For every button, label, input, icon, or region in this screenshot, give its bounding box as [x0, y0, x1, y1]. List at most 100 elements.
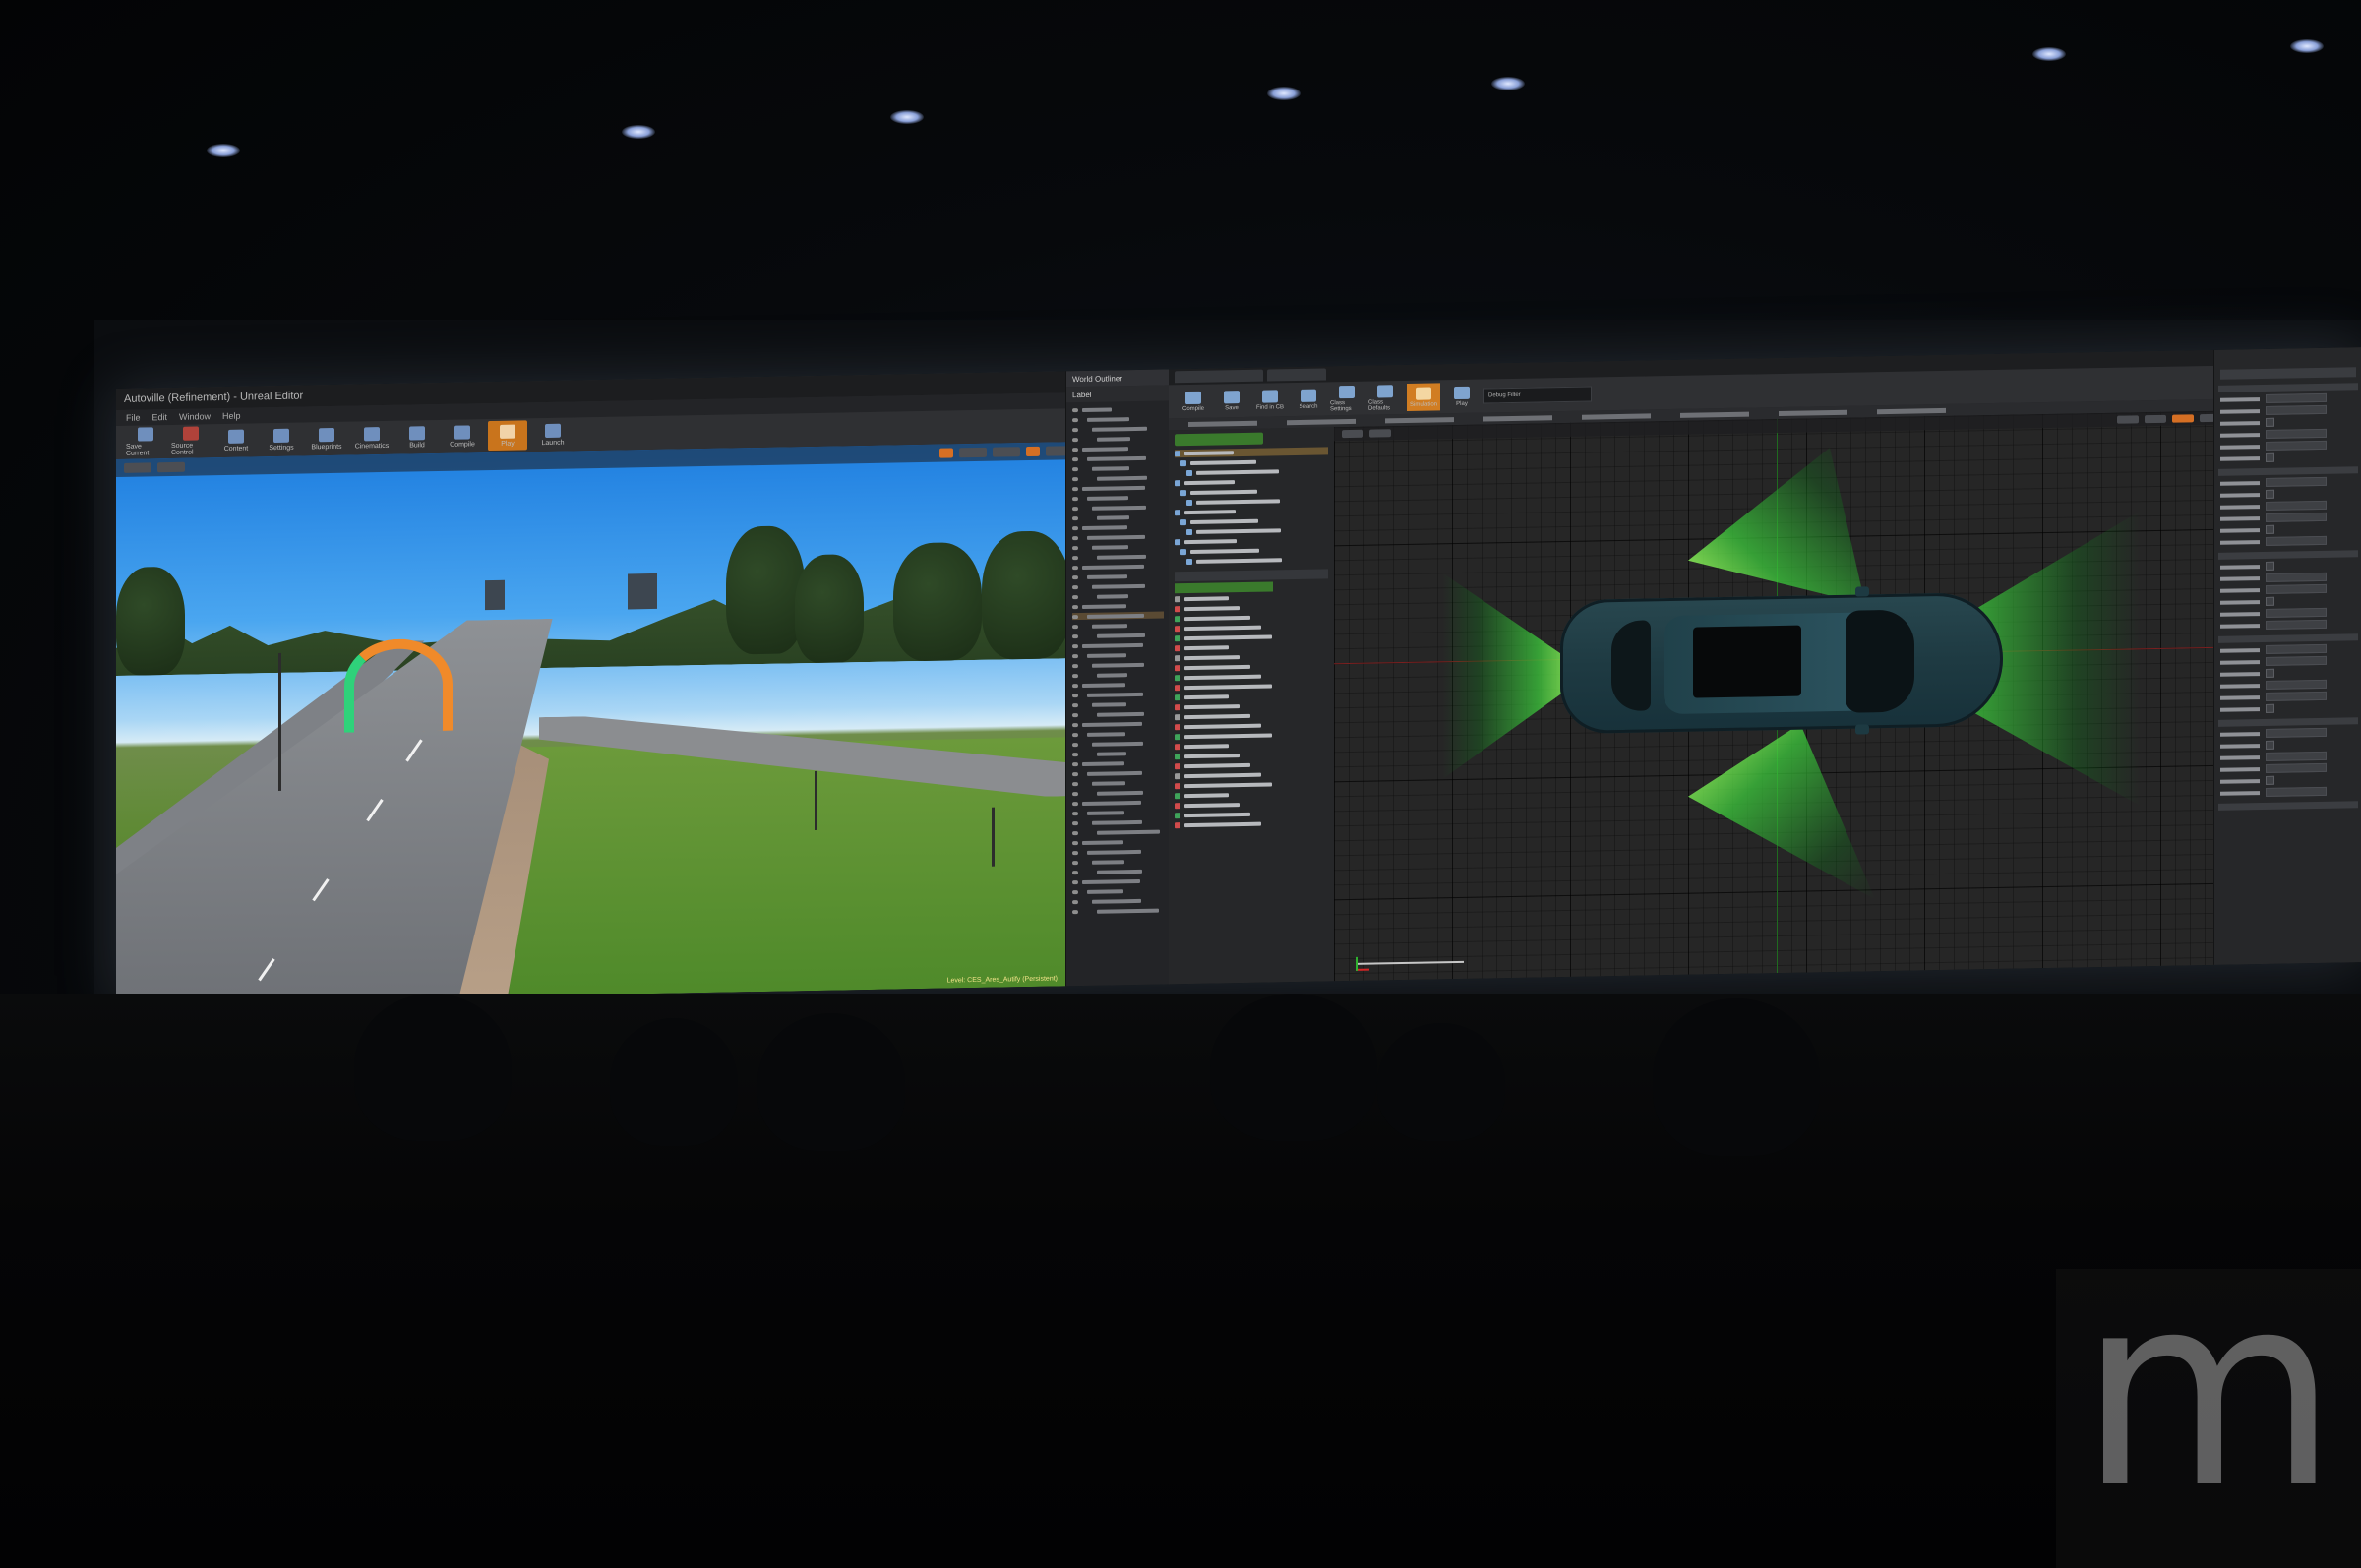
blueprint-member[interactable] — [1175, 632, 1328, 642]
outliner-row[interactable] — [1072, 434, 1164, 443]
blueprint-tab[interactable] — [1175, 369, 1263, 384]
blueprint-member[interactable] — [1175, 710, 1328, 721]
visibility-icon[interactable] — [1072, 811, 1078, 815]
property-checkbox[interactable] — [2266, 417, 2274, 427]
property-value[interactable] — [2266, 619, 2327, 630]
blueprint-member[interactable] — [1175, 809, 1328, 819]
outliner-row[interactable] — [1072, 798, 1164, 807]
outliner-row[interactable] — [1072, 808, 1164, 816]
visibility-icon[interactable] — [1072, 624, 1078, 629]
class-defaults-button[interactable]: Class Defaults — [1368, 384, 1402, 412]
details-section-header[interactable] — [2218, 633, 2358, 643]
visibility-icon[interactable] — [1072, 565, 1078, 570]
blueprint-viewport[interactable] — [1334, 410, 2213, 982]
outliner-row[interactable] — [1072, 621, 1164, 630]
view-mode-button[interactable] — [1369, 429, 1391, 438]
property-value[interactable] — [2266, 786, 2327, 797]
outliner-row[interactable] — [1072, 857, 1164, 866]
outliner-row[interactable] — [1072, 749, 1164, 757]
compile-button[interactable]: Compile — [443, 421, 482, 452]
visibility-icon[interactable] — [1072, 486, 1078, 491]
outliner-row[interactable] — [1072, 591, 1164, 600]
blueprint-member[interactable] — [1175, 681, 1328, 692]
blueprint-member[interactable] — [1175, 622, 1328, 633]
property-value[interactable] — [2266, 404, 2327, 415]
property-value[interactable] — [2266, 476, 2327, 487]
property-value[interactable] — [2266, 751, 2327, 761]
outliner-row[interactable] — [1072, 562, 1164, 571]
visibility-icon[interactable] — [1072, 555, 1078, 560]
visibility-icon[interactable] — [1072, 633, 1078, 638]
blueprint-member[interactable] — [1175, 720, 1328, 731]
outliner-row[interactable] — [1072, 837, 1164, 846]
property-value[interactable] — [2266, 643, 2327, 654]
outliner-row[interactable] — [1072, 709, 1164, 718]
rotate-snap-button[interactable] — [2145, 414, 2166, 424]
blueprint-member[interactable] — [1175, 789, 1328, 800]
rotation-snap-button[interactable] — [993, 447, 1020, 457]
blueprint-tab[interactable] — [1267, 368, 1326, 382]
visibility-icon[interactable] — [1072, 742, 1078, 747]
visibility-icon[interactable] — [1072, 496, 1078, 501]
level-viewport[interactable]: Level: CES_Ares_Autify (Persistent) — [116, 442, 1065, 1003]
visibility-icon[interactable] — [1072, 830, 1078, 835]
component-item[interactable] — [1175, 515, 1328, 526]
visibility-icon[interactable] — [1072, 761, 1078, 766]
component-item[interactable] — [1175, 525, 1328, 536]
subtab[interactable] — [1287, 418, 1356, 425]
property-checkbox[interactable] — [2266, 740, 2274, 750]
perspective-button[interactable] — [157, 461, 185, 473]
property-value[interactable] — [2266, 392, 2327, 403]
blueprint-member[interactable] — [1175, 691, 1328, 701]
property-checkbox[interactable] — [2266, 775, 2274, 785]
visibility-icon[interactable] — [1072, 860, 1078, 865]
outliner-row[interactable] — [1072, 729, 1164, 738]
outliner-row[interactable] — [1072, 522, 1164, 531]
build-button[interactable]: Build — [397, 422, 437, 452]
visibility-icon[interactable] — [1072, 584, 1078, 589]
property-value[interactable] — [2266, 583, 2327, 594]
visibility-icon[interactable] — [1072, 545, 1078, 550]
visibility-icon[interactable] — [1072, 781, 1078, 786]
visibility-icon[interactable] — [1072, 466, 1078, 471]
blueprint-member[interactable] — [1175, 671, 1328, 682]
outliner-row[interactable] — [1072, 768, 1164, 777]
visibility-icon[interactable] — [1072, 614, 1078, 619]
play-button[interactable]: Play — [1445, 383, 1479, 411]
property-checkbox[interactable] — [2266, 489, 2274, 499]
visibility-icon[interactable] — [1072, 574, 1078, 579]
component-item[interactable] — [1175, 506, 1328, 516]
outliner-row[interactable] — [1072, 847, 1164, 856]
property-checkbox[interactable] — [2266, 596, 2274, 606]
outliner-row[interactable] — [1072, 532, 1164, 541]
property-value[interactable] — [2266, 727, 2327, 738]
blueprint-member[interactable] — [1175, 592, 1328, 603]
blueprint-member[interactable] — [1175, 602, 1328, 613]
visibility-icon[interactable] — [1072, 525, 1078, 530]
outliner-row[interactable] — [1072, 670, 1164, 679]
outliner-row[interactable] — [1072, 503, 1164, 512]
my-blueprint-search[interactable] — [1175, 581, 1273, 594]
subtab[interactable] — [1483, 414, 1552, 422]
property-value[interactable] — [2266, 607, 2327, 618]
outliner-row[interactable] — [1072, 424, 1164, 433]
property-value[interactable] — [2266, 512, 2327, 522]
visibility-icon[interactable] — [1072, 840, 1078, 845]
outliner-row[interactable] — [1072, 660, 1164, 669]
details-section-header[interactable] — [2218, 466, 2358, 476]
visibility-icon[interactable] — [1072, 732, 1078, 737]
component-item[interactable] — [1175, 486, 1328, 497]
outliner-row[interactable] — [1072, 404, 1164, 413]
outliner-row[interactable] — [1072, 876, 1164, 885]
visibility-icon[interactable] — [1072, 643, 1078, 648]
component-item[interactable] — [1175, 555, 1328, 566]
outliner-row[interactable] — [1072, 463, 1164, 472]
outliner-row[interactable] — [1072, 444, 1164, 452]
subtab[interactable] — [1877, 407, 1946, 414]
outliner-row[interactable] — [1072, 906, 1164, 915]
subtab[interactable] — [1680, 411, 1749, 418]
search-button[interactable]: Search — [1292, 385, 1325, 413]
blueprint-member[interactable] — [1175, 759, 1328, 770]
grid-size-button[interactable] — [959, 447, 987, 458]
launch-button[interactable]: Launch — [533, 419, 573, 450]
